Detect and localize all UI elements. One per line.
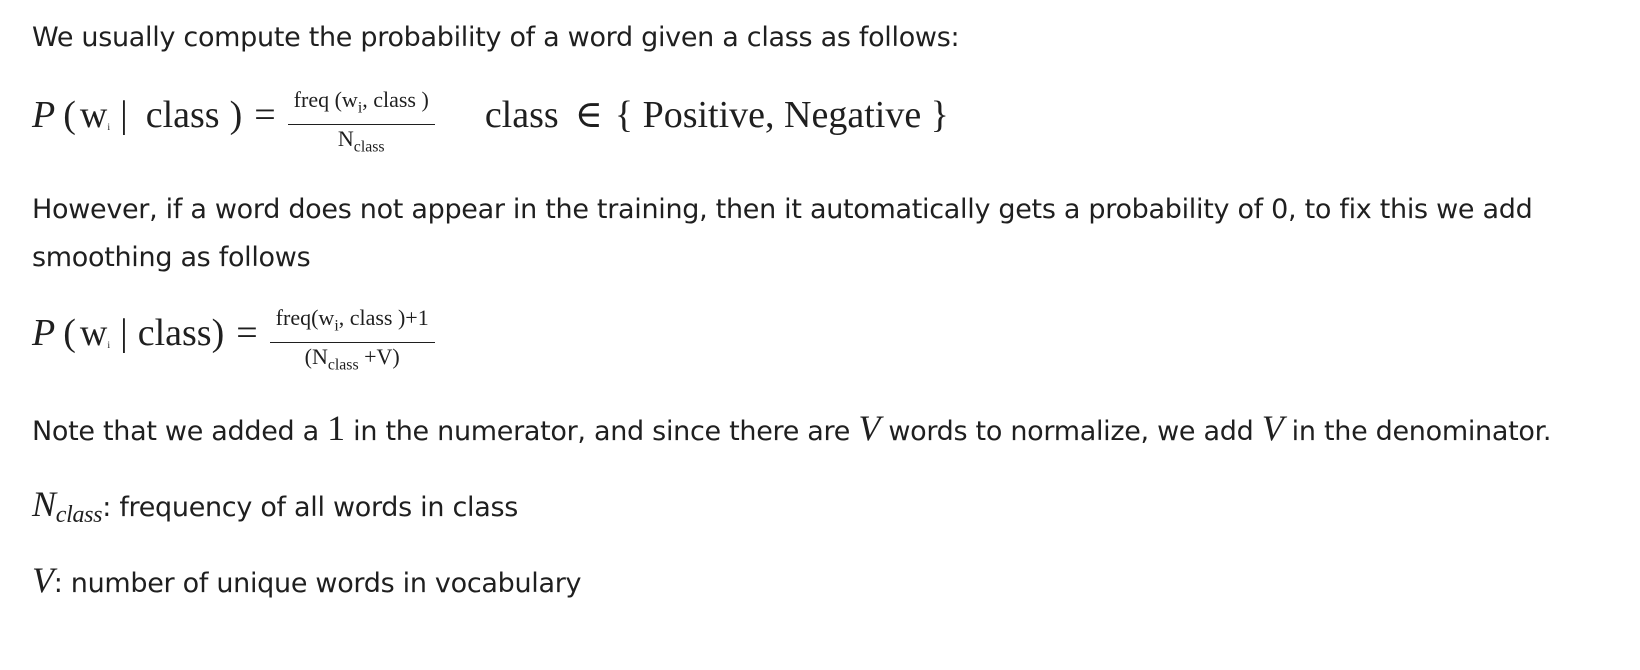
eq1-set-class: class [484,94,559,137]
eq1-given-bar: | [120,94,128,137]
v-symbol: V [32,560,54,600]
intro-paragraph: We usually compute the probability of a … [32,22,960,53]
note-paragraph: Note that we added a 1 in the numerator,… [32,408,1552,448]
eq2-equals: = [236,312,258,355]
eq2-numerator: freq(wi, class )+1 [269,306,435,343]
eq1-rparen: ) [229,94,243,137]
v-definition: V: number of unique words in vocabulary [32,556,1612,608]
note-one-symbol: 1 [327,408,345,448]
smoothing-paragraph: However, if a word does not appear in th… [32,194,1533,273]
eq1-fraction: freq (wi, class ) Nclass [287,88,435,159]
n-class-definition: Nclass: frequency of all words in class [32,480,1612,539]
note-v-symbol: V [858,408,881,448]
probability-equation: P(wi | class) = freq (wi, class ) Nclass class… [32,88,949,159]
eq2-w-subscript: i [107,340,111,352]
eq2-w: w [79,312,108,355]
eq2-fraction: freq(wi, class )+1 (Nclass +V) [269,306,435,377]
n-class-subscript: class [55,502,103,528]
eq2-p-symbol: P [32,312,56,355]
n-class-symbol: N [32,484,56,524]
n-class-description: : frequency of all words in class [102,492,518,523]
eq1-denominator: Nclass [337,125,385,156]
smoothed-equation: P(wi | class) = freq(wi, class )+1 (Nclass +V… [32,306,435,377]
eq1-equals: = [254,94,276,137]
eq2-lparen: ( [63,312,76,355]
eq1-lparen: ( [63,94,76,137]
eq1-class-set: { Positive, Negative } [614,94,949,137]
eq2-class: class) [137,312,225,355]
note-v-symbol-2: V [1261,408,1284,448]
eq1-element-of: ∈ [574,94,603,137]
document-page: We usually compute the probability of a … [0,0,1640,670]
v-description: : number of unique words in vocabulary [53,568,582,599]
eq1-numerator: freq (wi, class ) [287,88,435,125]
eq1-class: class [145,94,220,137]
eq2-given-bar: | [120,312,128,355]
eq1-w-subscript: i [107,122,111,134]
eq1-w: w [79,94,108,137]
eq2-denominator: (Nclass +V) [304,343,400,374]
eq1-p-symbol: P [32,94,56,137]
